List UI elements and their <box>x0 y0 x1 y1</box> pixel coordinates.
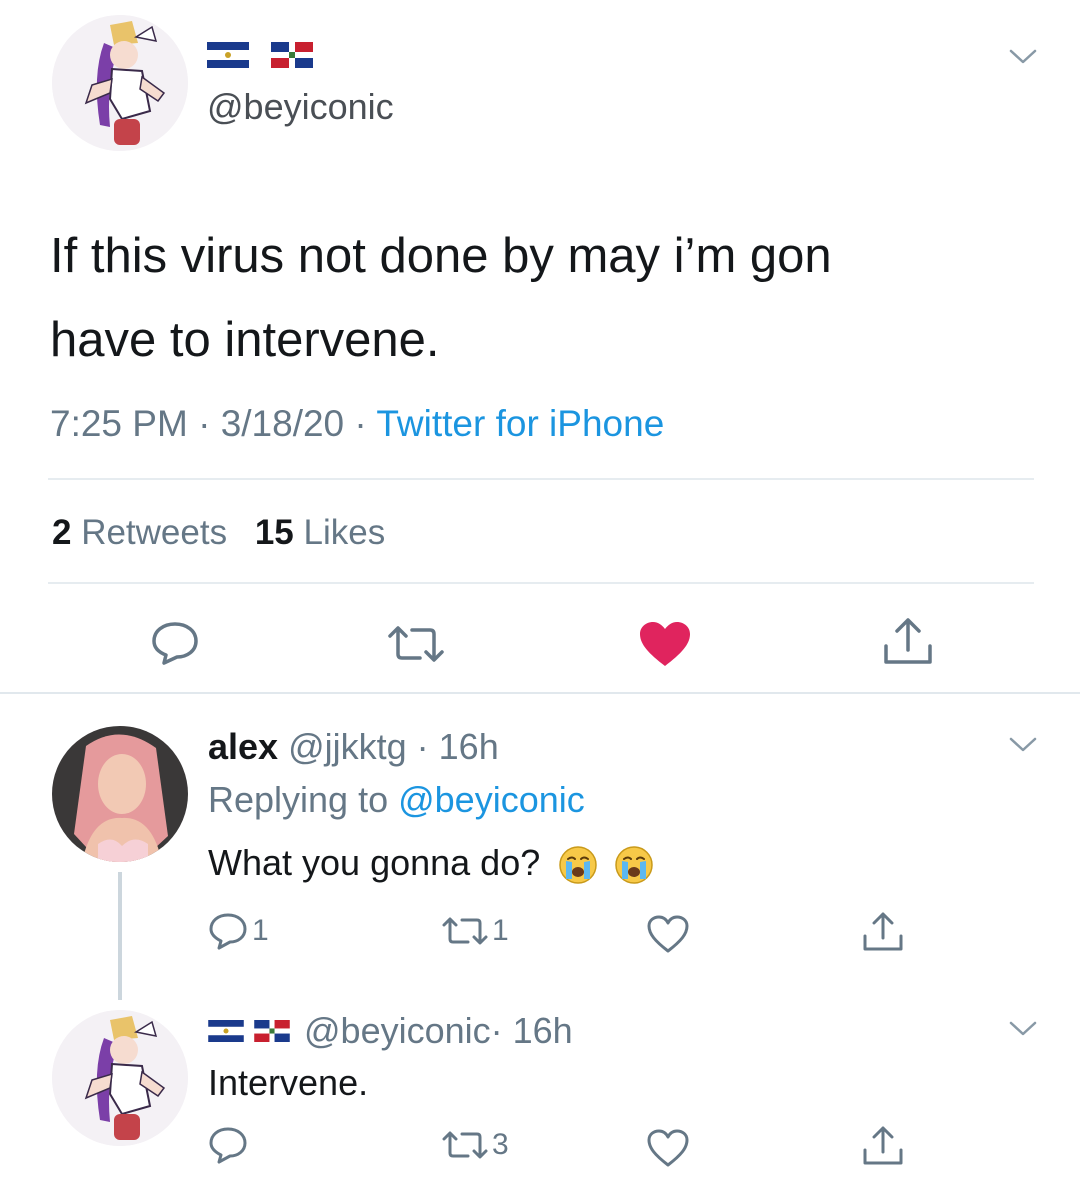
reply-avatar[interactable] <box>52 726 188 862</box>
reply2-avatar[interactable] <box>52 1010 188 1146</box>
divider <box>48 478 1034 480</box>
dominican-republic-flag-icon <box>254 1020 290 1042</box>
meta-separator: · <box>187 403 221 444</box>
reply-text-content: What you gonna do? <box>208 842 541 883</box>
reply-share-button[interactable] <box>860 910 906 954</box>
replying-to-label: Replying to <box>208 779 399 820</box>
heart-outline-icon <box>647 915 689 953</box>
retweet-icon <box>442 917 488 945</box>
replying-to: Replying to @beyiconic <box>208 779 585 821</box>
reply2-text: Intervene. <box>208 1062 369 1103</box>
reply-author-name[interactable]: alex <box>208 726 278 767</box>
reply-count: 1 <box>252 914 269 947</box>
share-icon <box>863 912 903 951</box>
reply2-like-button[interactable] <box>646 1128 690 1168</box>
tweet-menu-chevron[interactable] <box>1008 48 1038 66</box>
retweet-button[interactable] <box>384 624 448 664</box>
likes-stat[interactable]: 15 Likes <box>255 513 385 552</box>
reply-reply-button[interactable]: 1 <box>208 912 269 950</box>
dominican-republic-flag-icon <box>271 42 314 68</box>
reply-icon <box>209 913 247 950</box>
reply2-retweet-button[interactable]: 3 <box>440 1128 509 1162</box>
reply2-author-handle[interactable]: @beyiconic <box>304 1010 491 1052</box>
retweet-icon <box>442 1131 488 1159</box>
author-handle[interactable]: @beyiconic <box>207 86 394 128</box>
el-salvador-flag-icon <box>207 42 249 68</box>
retweets-count: 2 <box>52 513 72 552</box>
retweets-stat[interactable]: 2 Retweets <box>52 513 227 552</box>
heart-filled-icon <box>640 622 690 666</box>
el-salvador-flag-icon <box>208 1020 244 1042</box>
share-icon <box>863 1126 903 1165</box>
section-divider <box>0 692 1080 694</box>
retweet-count: 1 <box>492 914 509 947</box>
reply2-reply-button[interactable] <box>208 1126 248 1164</box>
reply-author-handle[interactable]: @jjkktg <box>288 726 407 767</box>
reply-like-button[interactable] <box>646 914 690 954</box>
likes-count: 15 <box>254 513 294 552</box>
likes-label: Likes <box>293 513 386 552</box>
anime-character-avatar-image <box>52 15 188 151</box>
reply-icon <box>152 622 198 665</box>
retweets-label: Retweets <box>71 513 228 552</box>
like-button[interactable] <box>638 620 692 668</box>
reply-header: alex @jjkktg · 16h <box>208 726 499 768</box>
crying-face-icon <box>559 846 598 885</box>
reply2-menu-chevron[interactable] <box>1008 1020 1038 1038</box>
heart-outline-icon <box>647 1129 689 1167</box>
share-button[interactable] <box>880 616 936 668</box>
chevron-down-icon <box>1009 49 1037 64</box>
tweet-stats: 2 Retweets 15 Likes <box>52 513 385 553</box>
retweet-icon <box>388 626 444 662</box>
reply-button[interactable] <box>150 620 200 666</box>
reply-text: What you gonna do? <box>208 842 654 885</box>
reply2-time: · 16h <box>490 1010 573 1051</box>
chevron-down-icon <box>1009 1021 1037 1036</box>
tweet-text-line-2: have to intervene. <box>50 313 440 367</box>
reply-retweet-button[interactable]: 1 <box>440 914 509 948</box>
thread-line <box>118 872 122 1000</box>
reply-menu-chevron[interactable] <box>1008 736 1038 754</box>
replying-to-handle[interactable]: @beyiconic <box>398 779 585 820</box>
chevron-down-icon <box>1009 737 1037 752</box>
author-flags <box>207 42 314 68</box>
reply2-retweet-count: 3 <box>492 1128 509 1161</box>
reply2-header: @beyiconic · 16h <box>208 1010 573 1052</box>
crying-face-icon <box>615 846 654 885</box>
reply-time: · 16h <box>406 726 499 767</box>
tweet-time: 7:25 PM <box>50 403 188 444</box>
meta-separator: · <box>344 403 377 444</box>
tweet-meta: 7:25 PM · 3/18/20 · Twitter for iPhone <box>50 403 664 445</box>
divider <box>48 582 1034 584</box>
tweet-source-link[interactable]: Twitter for iPhone <box>376 403 664 444</box>
reply2-share-button[interactable] <box>860 1124 906 1168</box>
anime-character-avatar-image <box>52 1010 188 1146</box>
tweet-text: If this virus not done by may i’m gon ha… <box>50 214 832 382</box>
reply-icon <box>209 1127 247 1164</box>
author-avatar[interactable] <box>52 15 188 151</box>
share-icon <box>884 618 932 664</box>
tweet-text-line-1: If this virus not done by may i’m gon <box>50 229 832 283</box>
user-photo-avatar-image <box>52 726 188 862</box>
tweet-date: 3/18/20 <box>220 403 345 444</box>
